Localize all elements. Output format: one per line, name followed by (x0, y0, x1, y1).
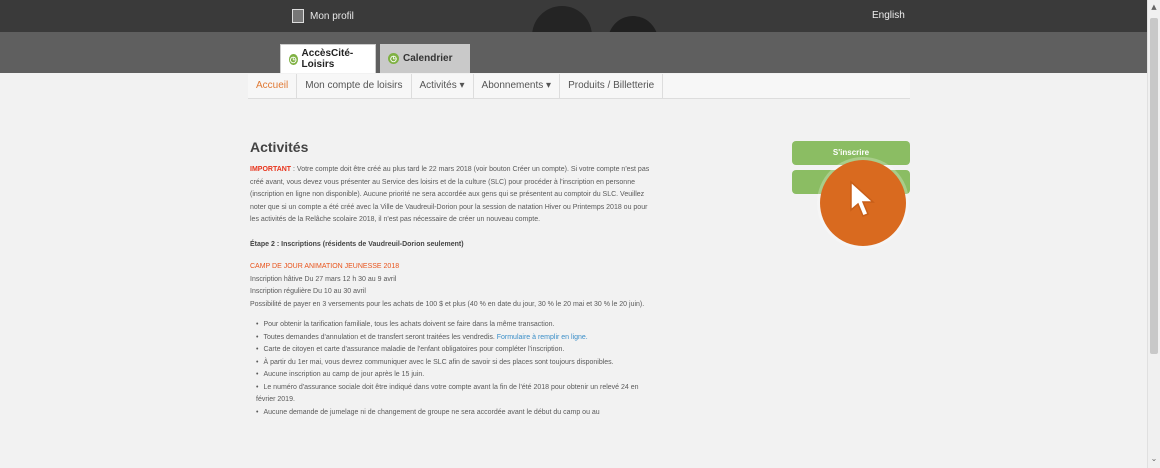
nav-item-activites[interactable]: Activités ▾ (412, 74, 474, 98)
info-line: Possibilité de payer en 3 versements pou… (250, 300, 645, 308)
photo-silhouette (608, 16, 658, 32)
tab-calendrier[interactable]: ◷ Calendrier (380, 44, 470, 73)
top-bar: Mon profil English (0, 0, 1148, 32)
rules-list: Pour obtenir la tarification familiale, … (250, 319, 650, 419)
cursor-highlight (820, 160, 906, 246)
list-item: Aucune inscription au camp de jour après… (256, 369, 650, 382)
main-content: Activités IMPORTANT : Votre compte doit … (250, 138, 650, 419)
list-item: Pour obtenir la tarification familiale, … (256, 319, 650, 332)
list-item-text: Aucune inscription au camp de jour après… (263, 371, 425, 378)
scroll-up-icon[interactable]: ▲ (1150, 3, 1158, 11)
list-item: Toutes demandes d'annulation et de trans… (256, 332, 650, 345)
nav-item-mon-compte[interactable]: Mon compte de loisirs (297, 74, 412, 98)
profile-icon (292, 9, 304, 23)
tab-label: AccèsCité-Loisirs (301, 48, 354, 70)
list-item: Le numéro d'assurance sociale doit être … (256, 382, 650, 407)
list-item-text: À partir du 1er mai, vous devrez communi… (263, 358, 614, 366)
clock-icon: ◷ (289, 53, 298, 65)
nav-item-produits[interactable]: Produits / Billetterie (560, 74, 664, 98)
header-photo (520, 0, 680, 32)
list-item-text: Carte de citoyen et carte d'assurance ma… (263, 346, 565, 353)
list-item-text: Le numéro d'assurance sociale doit être … (256, 383, 639, 404)
list-item-text: Pour obtenir la tarification familiale, … (263, 321, 555, 328)
page-title: Activités (250, 139, 309, 155)
info-line: Inscription régulière Du 10 au 30 avril (250, 288, 366, 295)
important-notice: IMPORTANT : Votre compte doit être créé … (250, 164, 650, 227)
step-title: Étape 2 : Inscriptions (résidents de Vau… (250, 240, 464, 248)
list-item: Aucune demande de jumelage ni de changem… (256, 407, 650, 420)
list-item-text: Aucune demande de jumelage ni de changem… (263, 408, 600, 416)
scroll-down-icon[interactable]: ⌄ (1150, 454, 1158, 463)
list-item-text: Toutes demandes d'annulation et de trans… (263, 333, 497, 341)
photo-silhouette (532, 6, 592, 32)
list-item: À partir du 1er mai, vous devrez communi… (256, 357, 650, 370)
clock-icon: ◷ (388, 53, 399, 64)
tab-label: Calendrier (403, 53, 453, 64)
important-text: : Votre compte doit être créé au plus ta… (250, 166, 650, 223)
camp-title: CAMP DE JOUR ANIMATION JEUNESSE 2018 (250, 263, 400, 270)
tab-accescite-loisirs[interactable]: ◷ AccèsCité-Loisirs (280, 44, 376, 73)
info-line: Inscription hâtive Du 27 mars 12 h 30 au… (250, 275, 397, 283)
important-label: IMPORTANT (250, 166, 292, 173)
nav-item-abonnements[interactable]: Abonnements ▾ (474, 74, 561, 98)
list-item: Carte de citoyen et carte d'assurance ma… (256, 344, 650, 357)
profile-label: Mon profil (310, 10, 354, 22)
tab-bar: ◷ AccèsCité-Loisirs ◷ Calendrier (0, 32, 1148, 73)
scrollbar-thumb[interactable] (1150, 18, 1158, 354)
profile-link[interactable]: Mon profil (292, 9, 354, 23)
language-link[interactable]: English (872, 10, 905, 21)
form-link[interactable]: Formulaire à remplir en ligne. (497, 334, 588, 341)
nav-item-accueil[interactable]: Accueil (248, 74, 298, 98)
pointer-icon (850, 180, 875, 217)
main-nav: Accueil Mon compte de loisirs Activités … (248, 74, 910, 99)
scrollbar[interactable]: ▲ ⌄ (1147, 0, 1160, 468)
